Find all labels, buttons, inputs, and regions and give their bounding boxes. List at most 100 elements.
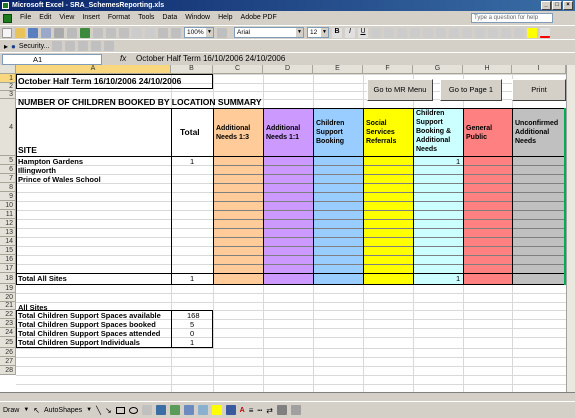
header-general-public[interactable]: General Public <box>464 124 511 142</box>
row-header[interactable]: 24 <box>0 328 16 337</box>
hampton-total-value[interactable]: 1 <box>190 157 194 166</box>
borders-icon[interactable] <box>514 27 524 38</box>
row-header[interactable]: 22 <box>0 310 16 319</box>
autoshapes-dropdown-icon[interactable]: ▼ <box>86 407 92 413</box>
textbox-icon[interactable] <box>141 405 152 415</box>
new-icon[interactable] <box>2 27 12 38</box>
row-header[interactable]: 23 <box>0 319 16 328</box>
fx-icon[interactable]: fx <box>120 54 126 63</box>
site-illingworth[interactable]: Illingworth <box>18 166 56 175</box>
redo-icon[interactable] <box>145 27 155 38</box>
row-header[interactable]: 21 <box>0 302 16 310</box>
go-to-page-1-button[interactable]: Go to Page 1 <box>440 79 502 101</box>
sheet-tabs-bar[interactable] <box>0 392 575 401</box>
row-header[interactable]: 18 <box>0 273 16 284</box>
column-header-a[interactable]: A <box>16 65 171 74</box>
site-prince-of-wales-school[interactable]: Prince of Wales School <box>18 175 101 184</box>
summary-value-available[interactable]: 168 <box>187 311 200 320</box>
design-mode-icon[interactable] <box>65 41 76 51</box>
row-header[interactable]: 19 <box>0 284 16 293</box>
sort-icon[interactable] <box>171 27 181 38</box>
row-header[interactable]: 20 <box>0 293 16 302</box>
permission-icon[interactable] <box>41 27 51 38</box>
menu-edit[interactable]: Edit <box>35 11 55 25</box>
italic-icon[interactable]: I <box>345 27 355 38</box>
row-header[interactable]: 28 <box>0 366 16 375</box>
name-box[interactable]: A1 <box>2 54 102 65</box>
row-header[interactable]: 16 <box>0 255 16 264</box>
row-header[interactable]: 8 <box>0 183 16 192</box>
autoshapes-menu[interactable]: AutoShapes <box>44 407 82 414</box>
column-header-g[interactable]: G <box>413 65 463 74</box>
maximize-button[interactable]: □ <box>552 1 562 10</box>
header-additional-needs-1-3[interactable]: Additional Needs 1:3 <box>214 124 262 142</box>
row-header[interactable]: 10 <box>0 201 16 210</box>
column-header-h[interactable]: H <box>463 65 512 74</box>
select-objects-icon[interactable]: ↖ <box>33 406 40 415</box>
column-header-c[interactable]: C <box>213 65 263 74</box>
row-header[interactable]: 6 <box>0 165 16 174</box>
diagram-icon[interactable] <box>169 405 180 415</box>
total-all-sites-label[interactable]: Total All Sites <box>18 274 67 283</box>
row-header[interactable]: 26 <box>0 348 16 357</box>
total-all-sites-value[interactable]: 1 <box>190 274 194 283</box>
formula-input[interactable]: October Half Term 16/10/2006 24/10/2006 <box>136 54 285 63</box>
menu-format[interactable]: Format <box>104 11 134 25</box>
shadow-icon[interactable] <box>276 405 287 415</box>
help-search-input[interactable]: Type a question for help <box>471 13 553 23</box>
align-left-icon[interactable] <box>371 27 381 38</box>
3d-icon[interactable] <box>290 405 301 415</box>
print-preview-icon[interactable] <box>67 27 77 38</box>
summary-label-available[interactable]: Total Children Support Spaces available <box>18 311 161 320</box>
row-header[interactable]: 12 <box>0 219 16 228</box>
total-header[interactable]: Total <box>180 127 200 137</box>
bold-icon[interactable]: B <box>332 27 342 38</box>
arrow-icon[interactable]: ↘ <box>105 406 112 415</box>
font-select[interactable]: Arial ▼ <box>234 27 304 38</box>
rectangle-icon[interactable] <box>115 406 125 414</box>
row-header[interactable]: 1 <box>0 74 16 83</box>
merge-center-icon[interactable] <box>410 27 420 38</box>
menu-view[interactable]: View <box>55 11 78 25</box>
column-header-d[interactable]: D <box>263 65 313 74</box>
web-icon[interactable] <box>104 41 115 51</box>
draw-dropdown-icon[interactable]: ▼ <box>23 407 29 413</box>
align-center-icon[interactable] <box>384 27 394 38</box>
row-header[interactable]: 5 <box>0 156 16 165</box>
record-icon[interactable]: ● <box>11 42 16 51</box>
go-to-mr-menu-button[interactable]: Go to MR Menu <box>367 79 433 101</box>
row-header[interactable]: 3 <box>0 91 16 99</box>
font-size-select[interactable]: 12 ▼ <box>307 27 329 38</box>
header-social-services-referrals[interactable]: Social Services Referrals <box>364 119 412 146</box>
column-header-b[interactable]: B <box>171 65 213 74</box>
vertical-scrollbar[interactable] <box>566 65 575 392</box>
security-button[interactable]: Security... <box>19 43 50 50</box>
column-header-f[interactable]: F <box>363 65 413 74</box>
increase-decimal-icon[interactable] <box>462 27 472 38</box>
header-children-support-booking-additional-needs[interactable]: Children Support Booking & Additional Ne… <box>414 109 462 154</box>
menu-window[interactable]: Window <box>181 11 214 25</box>
site-header[interactable]: SITE <box>18 145 37 155</box>
font-color-icon[interactable] <box>540 27 550 38</box>
row-header[interactable]: 27 <box>0 357 16 366</box>
open-icon[interactable] <box>15 27 25 38</box>
comma-icon[interactable] <box>449 27 459 38</box>
row-header[interactable]: 7 <box>0 174 16 183</box>
row-header[interactable]: 15 <box>0 246 16 255</box>
undo-icon[interactable] <box>132 27 142 38</box>
save-icon[interactable] <box>28 27 38 38</box>
line-icon[interactable]: ╲ <box>96 406 101 415</box>
row-header[interactable]: 11 <box>0 210 16 219</box>
menu-help[interactable]: Help <box>214 11 236 25</box>
worksheet-grid[interactable]: A B C D E F G H I 1 2 3 4 5 6 7 8 9 10 11 12 13 14 15 1… <box>0 65 566 392</box>
row-header[interactable]: 13 <box>0 228 16 237</box>
row-header[interactable]: 25 <box>0 337 16 348</box>
decrease-decimal-icon[interactable] <box>475 27 485 38</box>
increase-indent-icon[interactable] <box>501 27 511 38</box>
menu-tools[interactable]: Tools <box>134 11 158 25</box>
decrease-indent-icon[interactable] <box>488 27 498 38</box>
report-heading[interactable]: NUMBER OF CHILDREN BOOKED BY LOCATION SU… <box>18 97 262 107</box>
row-header[interactable]: 2 <box>0 83 16 91</box>
dash-style-icon[interactable]: ┅ <box>257 406 262 415</box>
menu-data[interactable]: Data <box>158 11 181 25</box>
